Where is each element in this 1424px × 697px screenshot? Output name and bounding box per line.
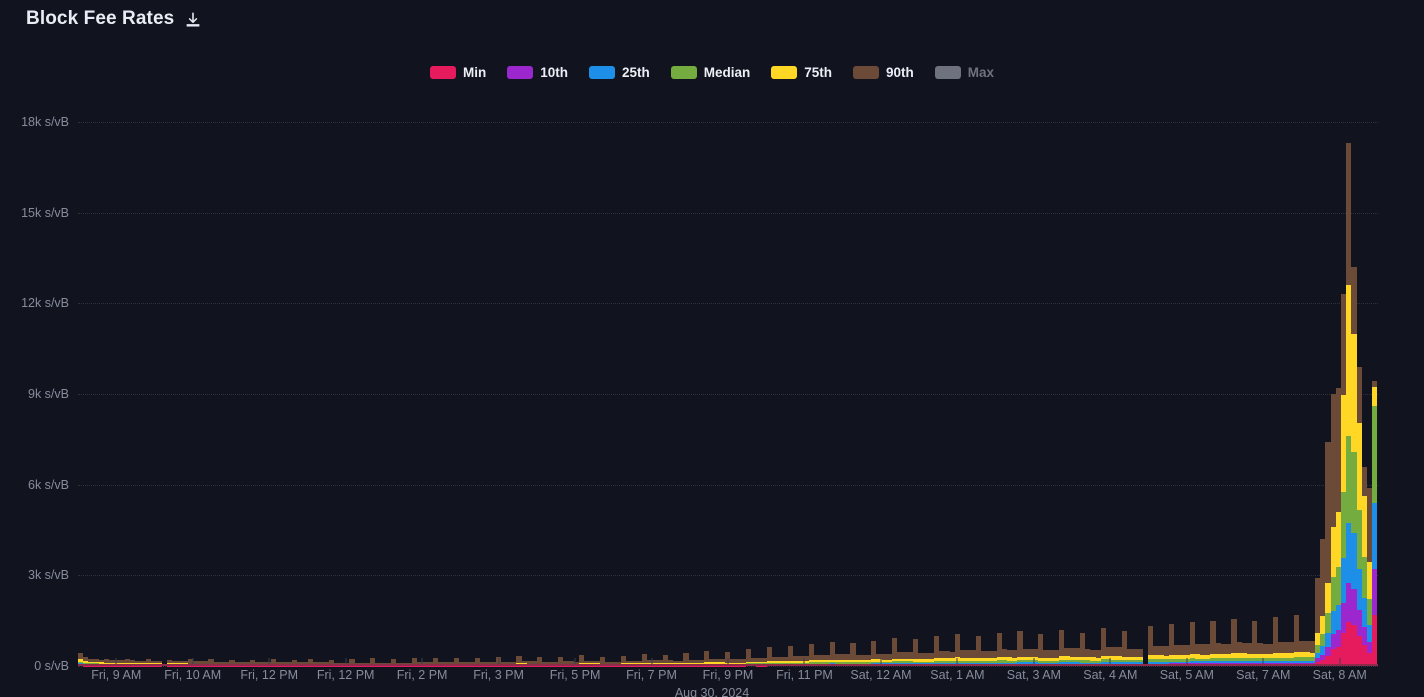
legend-label: Median: [703, 65, 751, 80]
x-axis-tick-mark: [651, 658, 653, 664]
chart-plot-area: 18k s/vB 15k s/vB 12k s/vB 9k s/vB 6k s/vB 3k…: [21, 104, 1378, 673]
x-axis-tick-label: Sat, 5 AM: [1159, 668, 1214, 682]
download-icon[interactable]: [183, 10, 203, 30]
legend-item-10th[interactable]: 10th: [507, 65, 568, 80]
legend-swatch-90th: [853, 66, 880, 79]
x-axis-tick-label: Sat, 12 AM: [850, 668, 912, 682]
legend-item-25th[interactable]: 25th: [588, 65, 650, 80]
legend-item-75th[interactable]: 75th: [771, 65, 832, 80]
bar-segment: [1372, 614, 1378, 666]
x-axis: Fri, 9 AM Fri, 10 AM Fri, 12 PM Fri, 12 PM F…: [78, 658, 1378, 684]
legend-item-max[interactable]: Max: [934, 65, 995, 80]
x-axis-tick-label: Fri, 12 PM: [316, 668, 375, 682]
x-axis-tick-label: Fri, 9 AM: [91, 668, 142, 682]
legend-item-90th[interactable]: 90th: [853, 65, 914, 80]
bar-segment: [1372, 406, 1378, 503]
x-axis-tick-mark: [192, 658, 194, 664]
x-axis-tick-mark: [1262, 658, 1264, 664]
gridline: [78, 666, 1378, 667]
bar-segment: [1372, 569, 1378, 615]
legend-swatch-25th: [588, 66, 615, 79]
x-axis-tick-label: Sat, 1 AM: [930, 668, 985, 682]
y-axis-tick-label: 12k s/vB: [21, 296, 69, 311]
legend-label: 25th: [621, 65, 650, 80]
x-axis-tick-label: Sat, 4 AM: [1083, 668, 1138, 682]
y-axis-tick-label: 0 s/vB: [34, 659, 69, 673]
y-axis-tick-label: 9k s/vB: [28, 387, 69, 402]
x-axis-tick-label: Sat, 7 AM: [1236, 668, 1291, 682]
x-axis-tick-mark: [268, 658, 270, 664]
x-axis-tick-mark: [1339, 658, 1341, 664]
legend-swatch-median: [670, 66, 697, 79]
x-axis-tick-label: Sat, 3 AM: [1006, 668, 1061, 682]
x-axis-tick-mark: [803, 658, 805, 664]
x-axis-tick-mark: [498, 658, 500, 664]
y-axis-tick-label: 15k s/vB: [21, 205, 69, 220]
legend-item-min[interactable]: Min: [429, 65, 487, 80]
y-axis-tick-label: 3k s/vB: [28, 568, 69, 583]
x-axis-tick-label: Fri, 3 PM: [473, 668, 524, 682]
x-axis-tick-mark: [1186, 658, 1188, 664]
x-axis-tick-label: Fri, 2 PM: [396, 668, 448, 682]
x-axis-tick-label: Fri, 7 PM: [626, 668, 677, 682]
legend-swatch-min: [429, 66, 456, 79]
x-axis-tick-mark: [956, 658, 958, 664]
x-axis-date-note: Aug 30, 2024: [674, 686, 750, 697]
bar-segment: [1372, 386, 1378, 407]
x-axis-tick-mark: [345, 658, 347, 664]
bar-stack[interactable]: [1372, 104, 1378, 666]
x-axis-tick-mark: [880, 658, 882, 664]
page-title: Block Fee Rates: [26, 8, 175, 29]
legend-label: 75th: [804, 65, 833, 80]
y-axis-tick-label: 6k s/vB: [28, 477, 69, 492]
x-axis-tick-label: Fri, 5 PM: [549, 668, 601, 682]
legend-swatch-10th: [507, 66, 534, 79]
legend-label: Max: [967, 65, 995, 80]
legend-label: Min: [462, 65, 487, 80]
legend-swatch-max: [934, 66, 961, 79]
legend-item-median[interactable]: Median: [670, 65, 751, 80]
x-axis-tick-mark: [727, 658, 729, 664]
x-axis-tick-mark: [1109, 658, 1111, 664]
x-axis-tick-label: Fri, 10 AM: [164, 668, 222, 682]
block-fee-rates-chart-page: Block Fee Rates Min 10th 25th Median 75th 90t…: [0, 0, 1424, 697]
bar-segment: [1372, 502, 1378, 570]
y-axis-tick-label: 18k s/vB: [21, 115, 69, 130]
legend-label: 90th: [886, 65, 914, 80]
x-axis-tick-label: Fri, 12 PM: [240, 668, 298, 682]
x-axis-tick-mark: [421, 658, 423, 664]
chart-header: Block Fee Rates: [26, 8, 203, 30]
x-axis-tick-mark: [115, 658, 117, 664]
legend-swatch-75th: [771, 66, 798, 79]
axis-baseline: [78, 664, 1378, 666]
x-axis-tick-label: Fri, 11 PM: [776, 668, 833, 682]
x-axis-tick-mark: [574, 658, 576, 664]
legend-label: 10th: [540, 65, 568, 80]
x-axis-tick-mark: [1033, 658, 1035, 664]
x-axis-tick-label: Fri, 9 PM: [702, 668, 754, 682]
chart-legend: Min 10th 25th Median 75th 90th Max: [0, 65, 1424, 80]
bars-container: [78, 104, 1378, 666]
x-axis-tick-label: Sat, 8 AM: [1312, 668, 1367, 682]
